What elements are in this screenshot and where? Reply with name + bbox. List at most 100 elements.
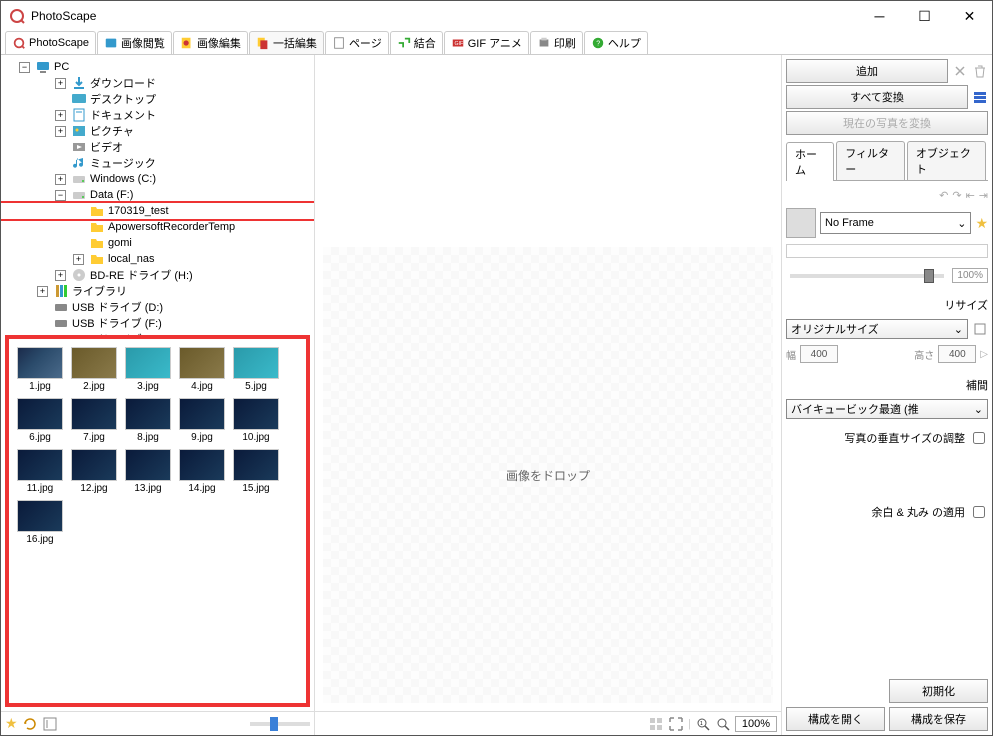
tree-node[interactable]: +Windows (C:) <box>1 171 314 187</box>
tree-node[interactable]: ミュージック <box>1 155 314 171</box>
favorite-icon[interactable]: ★ <box>5 715 18 732</box>
aspect-lock-icon[interactable] <box>972 321 988 337</box>
folder-tree[interactable]: −PC+ダウンロードデスクトップ+ドキュメント+ピクチャビデオミュージック+Wi… <box>1 55 314 335</box>
list-icon[interactable] <box>972 89 988 105</box>
mus-icon <box>71 155 87 171</box>
tree-node[interactable]: ApowersoftRecorderTemp <box>1 219 314 235</box>
zoom-icon[interactable] <box>715 716 731 732</box>
tab-ヘルプ[interactable]: ?ヘルプ <box>584 31 648 54</box>
chevron-down-icon: ⌄ <box>954 323 963 336</box>
refresh-icon[interactable] <box>22 716 38 732</box>
remove-icon[interactable] <box>952 63 968 79</box>
tab-結合[interactable]: 結合 <box>390 31 443 54</box>
thumbnail-item[interactable]: 6.jpg <box>17 398 63 443</box>
tree-node[interactable]: USB ドライブ (F:) <box>1 315 314 331</box>
tree-node[interactable]: +BD-RE ドライブ (H:) <box>1 267 314 283</box>
vert-adjust-checkbox[interactable] <box>973 432 985 444</box>
thumbnail-item[interactable]: 10.jpg <box>233 398 279 443</box>
tree-node[interactable]: デスクトップ <box>1 91 314 107</box>
tree-node[interactable]: +ダウンロード <box>1 75 314 91</box>
reset-button[interactable]: 初期化 <box>889 679 988 703</box>
tab-icon <box>397 36 411 50</box>
save-config-button[interactable]: 構成を保存 <box>889 707 988 731</box>
tree-node[interactable]: +ピクチャ <box>1 123 314 139</box>
add-button[interactable]: 追加 <box>786 59 948 83</box>
fld-icon <box>89 251 105 267</box>
tab-GIF アニメ[interactable]: GIFGIF アニメ <box>444 31 529 54</box>
close-button[interactable]: ✕ <box>947 1 992 31</box>
tab-画像編集[interactable]: 画像編集 <box>173 31 248 54</box>
right-tab-ホーム[interactable]: ホーム <box>786 142 834 181</box>
drop-zone[interactable]: 画像をドロップ <box>323 247 773 703</box>
desk-icon <box>71 91 87 107</box>
thumbnail-item[interactable]: 13.jpg <box>125 449 171 494</box>
trash-icon[interactable] <box>972 63 988 79</box>
thumbnail-item[interactable]: 1.jpg <box>17 347 63 392</box>
redo-all-icon[interactable]: ⇥ <box>979 189 988 202</box>
right-tab-フィルター[interactable]: フィルター <box>836 141 905 180</box>
center-bottombar: | 1 100% <box>315 711 781 735</box>
tree-node[interactable]: +local_nas <box>1 251 314 267</box>
margin-round-checkbox[interactable] <box>973 506 985 518</box>
thumb-size-slider[interactable] <box>250 722 310 726</box>
resize-label: リサイズ <box>786 297 988 313</box>
tree-node[interactable]: −Data (F:) <box>1 187 314 203</box>
tree-node[interactable]: +ドキュメント <box>1 107 314 123</box>
tab-PhotoScape[interactable]: PhotoScape <box>5 31 96 54</box>
thumbnail-item[interactable]: 15.jpg <box>233 449 279 494</box>
tree-node[interactable]: +ライブラリ <box>1 283 314 299</box>
tree-node[interactable]: 170319_test <box>1 203 314 219</box>
tree-node[interactable]: gomi <box>1 235 314 251</box>
tree-node-pc[interactable]: −PC <box>1 59 314 75</box>
thumbnail-item[interactable]: 7.jpg <box>71 398 117 443</box>
width-input[interactable] <box>800 345 838 363</box>
thumbnail-item[interactable]: 4.jpg <box>179 347 225 392</box>
thumbnail-item[interactable]: 2.jpg <box>71 347 117 392</box>
settings-icon[interactable] <box>42 716 58 732</box>
tree-node[interactable]: USB ドライブ (D:) <box>1 299 314 315</box>
tab-ページ[interactable]: ページ <box>325 31 389 54</box>
fld-icon <box>89 219 105 235</box>
undo-all-icon[interactable]: ⇤ <box>966 189 975 202</box>
tree-node[interactable]: ビデオ <box>1 139 314 155</box>
frame-favorite-icon[interactable]: ★ <box>975 215 988 232</box>
open-config-button[interactable]: 構成を開く <box>786 707 885 731</box>
zoom-value[interactable]: 100% <box>735 716 777 732</box>
thumbnail-image <box>17 449 63 481</box>
thumbnail-label: 8.jpg <box>125 432 171 443</box>
maximize-button[interactable]: ☐ <box>902 1 947 31</box>
height-input[interactable] <box>938 345 976 363</box>
thumbnail-item[interactable]: 9.jpg <box>179 398 225 443</box>
tab-icon <box>256 36 270 50</box>
thumbnail-item[interactable]: 14.jpg <box>179 449 225 494</box>
zoom-actual-icon[interactable]: 1 <box>695 716 711 732</box>
interp-select[interactable]: バイキュービック最適 (推 ⌄ <box>786 399 988 419</box>
tab-一括編集[interactable]: 一括編集 <box>249 31 324 54</box>
size-select[interactable]: オリジナルサイズ ⌄ <box>786 319 968 339</box>
opacity-value: 100% <box>952 268 988 283</box>
tab-印刷[interactable]: 印刷 <box>530 31 583 54</box>
thumbnail-label: 9.jpg <box>179 432 225 443</box>
lib-icon <box>53 283 69 299</box>
right-tab-オブジェクト[interactable]: オブジェクト <box>907 141 986 180</box>
thumbnail-item[interactable]: 3.jpg <box>125 347 171 392</box>
thumbnail-item[interactable]: 12.jpg <box>71 449 117 494</box>
thumbnail-item[interactable]: 5.jpg <box>233 347 279 392</box>
tree-node[interactable]: USB ドライブ (G:) <box>1 331 314 335</box>
tab-画像閲覧[interactable]: 画像閲覧 <box>97 31 172 54</box>
thumbnail-label: 6.jpg <box>17 432 63 443</box>
thumbnail-item[interactable]: 8.jpg <box>125 398 171 443</box>
play-icon[interactable]: ▷ <box>980 349 988 360</box>
fit-icon[interactable] <box>648 716 664 732</box>
redo-icon[interactable]: ↷ <box>952 189 961 202</box>
opacity-slider[interactable] <box>790 274 944 278</box>
frame-preview <box>786 208 816 238</box>
frame-select[interactable]: No Frame ⌄ <box>820 212 971 234</box>
expand-icon[interactable] <box>668 716 684 732</box>
convert-all-button[interactable]: すべて変換 <box>786 85 968 109</box>
thumbnail-item[interactable]: 11.jpg <box>17 449 63 494</box>
undo-icon[interactable]: ↶ <box>939 189 948 202</box>
minimize-button[interactable]: ─ <box>857 1 902 31</box>
thumbnail-item[interactable]: 16.jpg <box>17 500 63 545</box>
convert-current-button[interactable]: 現在の写真を変換 <box>786 111 988 135</box>
